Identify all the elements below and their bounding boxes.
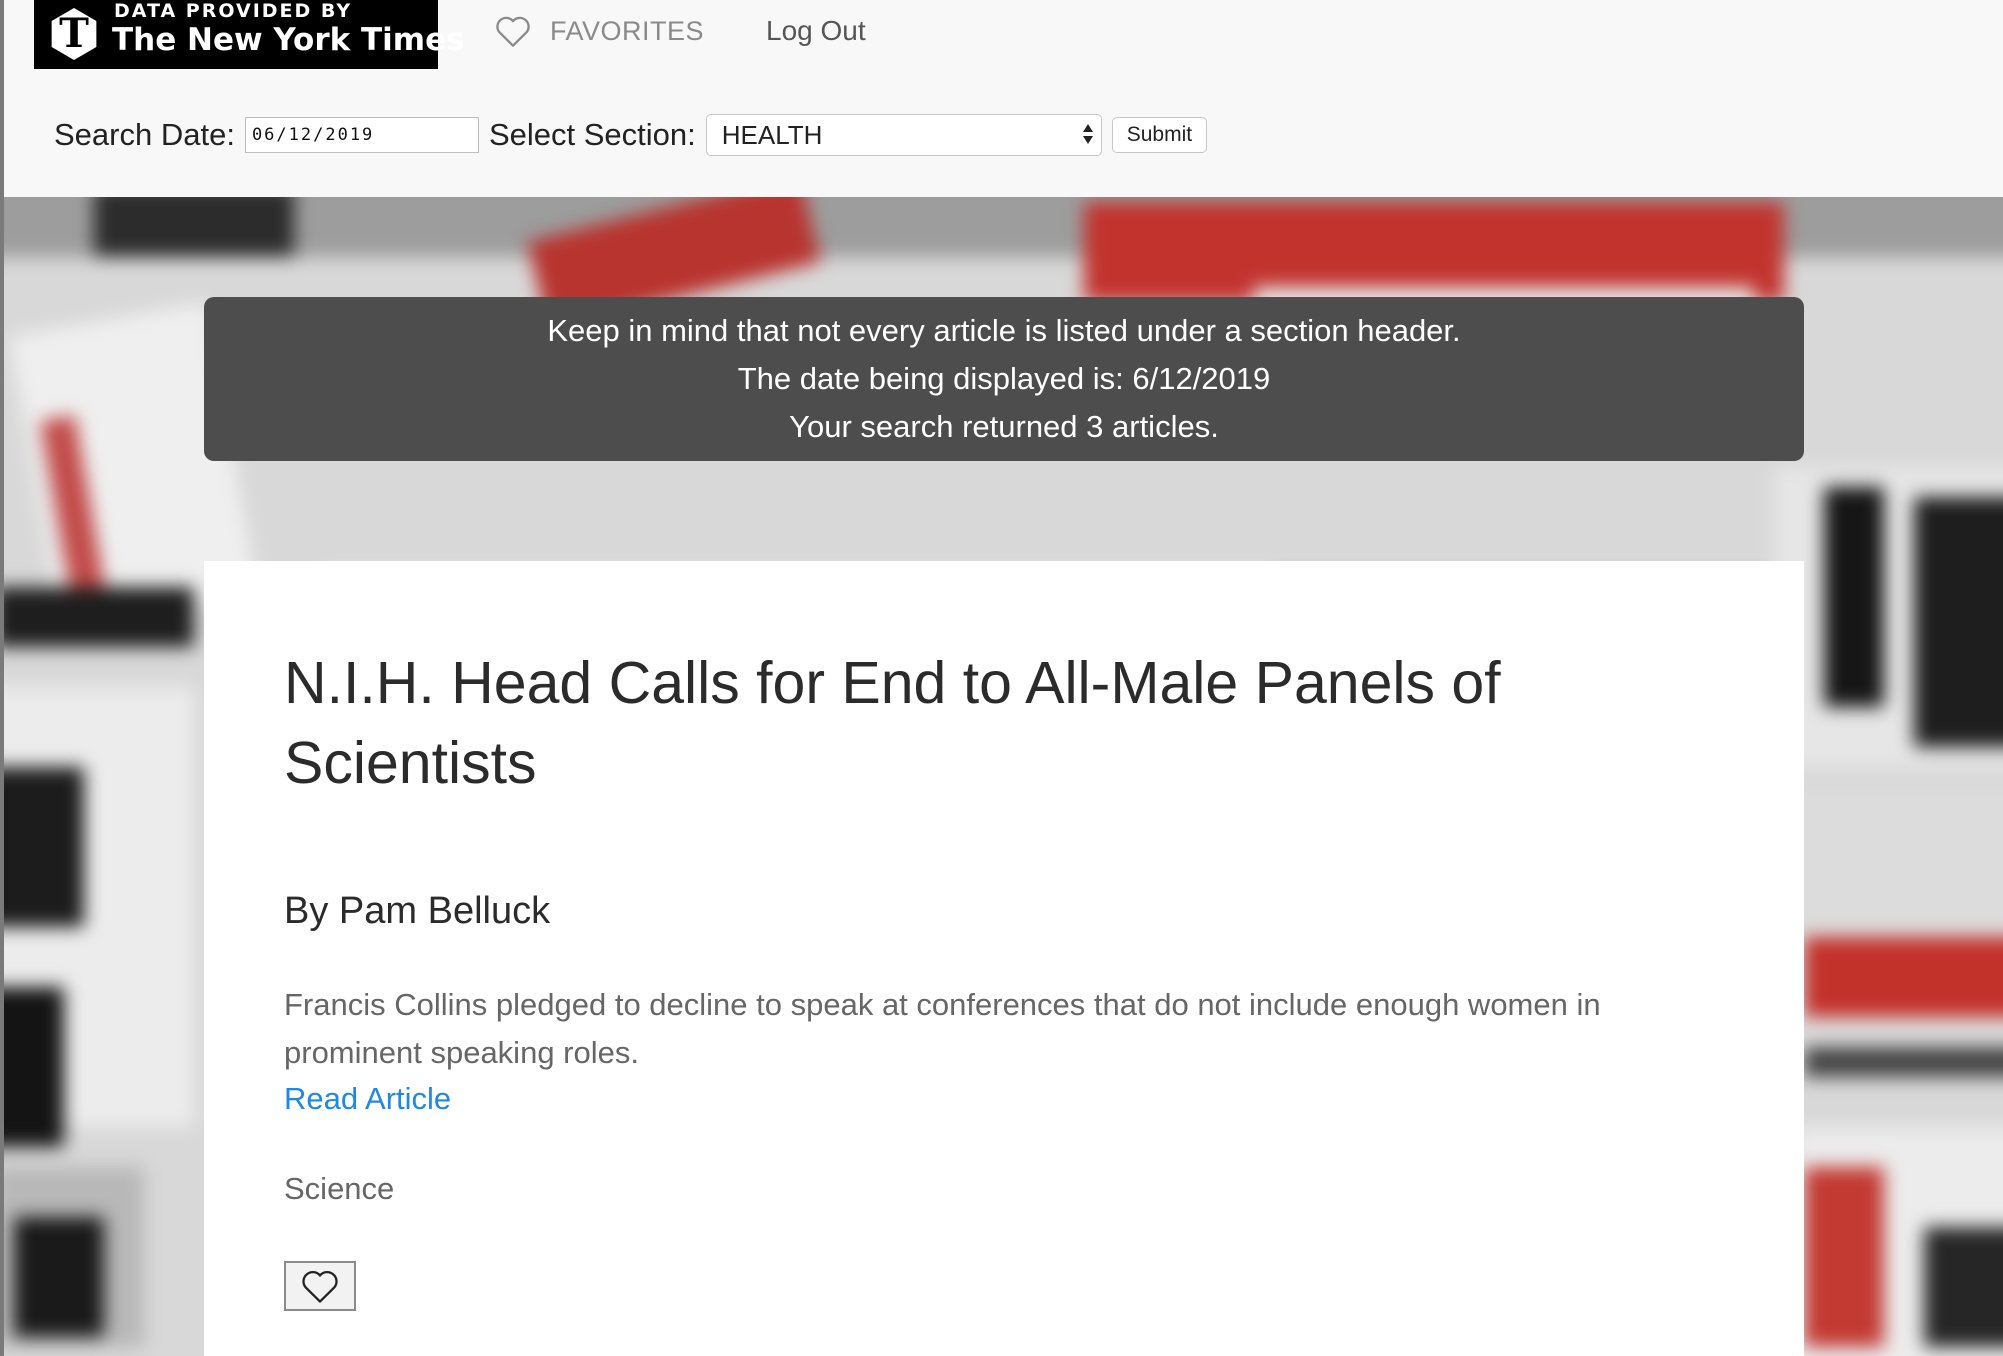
- logo-caption: DATA PROVIDED BY: [114, 0, 353, 22]
- top-navbar: T DATA PROVIDED BY The New York Times FA…: [4, 0, 2003, 197]
- info-count: Your search returned 3 articles.: [789, 409, 1219, 444]
- article-title: N.I.H. Head Calls for End to All-Male Pa…: [284, 650, 1501, 796]
- section-select-value: HEALTH: [721, 120, 823, 150]
- heart-icon: [496, 16, 530, 47]
- article-byline: By Pam Belluck: [284, 890, 551, 932]
- logout-link[interactable]: Log Out: [766, 8, 866, 54]
- results-area: Keep in mind that not every article is l…: [4, 197, 2003, 1356]
- favorites-link[interactable]: FAVORITES: [494, 8, 704, 54]
- logo-wordmark: The New York Times: [112, 22, 465, 58]
- search-date-input[interactable]: [244, 117, 479, 153]
- search-date-label: Search Date:: [54, 117, 235, 152]
- article-card: N.I.H. Head Calls for End to All-Male Pa…: [204, 561, 1804, 1356]
- favorites-label: FAVORITES: [550, 15, 705, 46]
- info-date: The date being displayed is: 6/12/2019: [737, 361, 1271, 396]
- read-article-link[interactable]: Read Article: [284, 1076, 451, 1122]
- article-abstract: Francis Collins pledged to decline to sp…: [284, 987, 1601, 1070]
- select-arrows-icon: [1082, 124, 1093, 144]
- nyt-attribution-logo: T DATA PROVIDED BY The New York Times: [34, 0, 465, 69]
- search-form: Search Date: Select Section: HEALTH Subm…: [54, 112, 1208, 158]
- search-info-banner: Keep in mind that not every article is l…: [204, 297, 1804, 461]
- submit-button[interactable]: Submit: [1111, 117, 1208, 153]
- nyt-t-icon: T: [51, 8, 97, 60]
- article-section: Science: [284, 1171, 395, 1206]
- favorite-article-button[interactable]: [284, 1261, 356, 1311]
- info-notice: Keep in mind that not every article is l…: [547, 313, 1461, 348]
- select-section-label: Select Section:: [488, 117, 696, 152]
- section-select[interactable]: HEALTH: [705, 114, 1102, 156]
- heart-icon: [302, 1271, 338, 1303]
